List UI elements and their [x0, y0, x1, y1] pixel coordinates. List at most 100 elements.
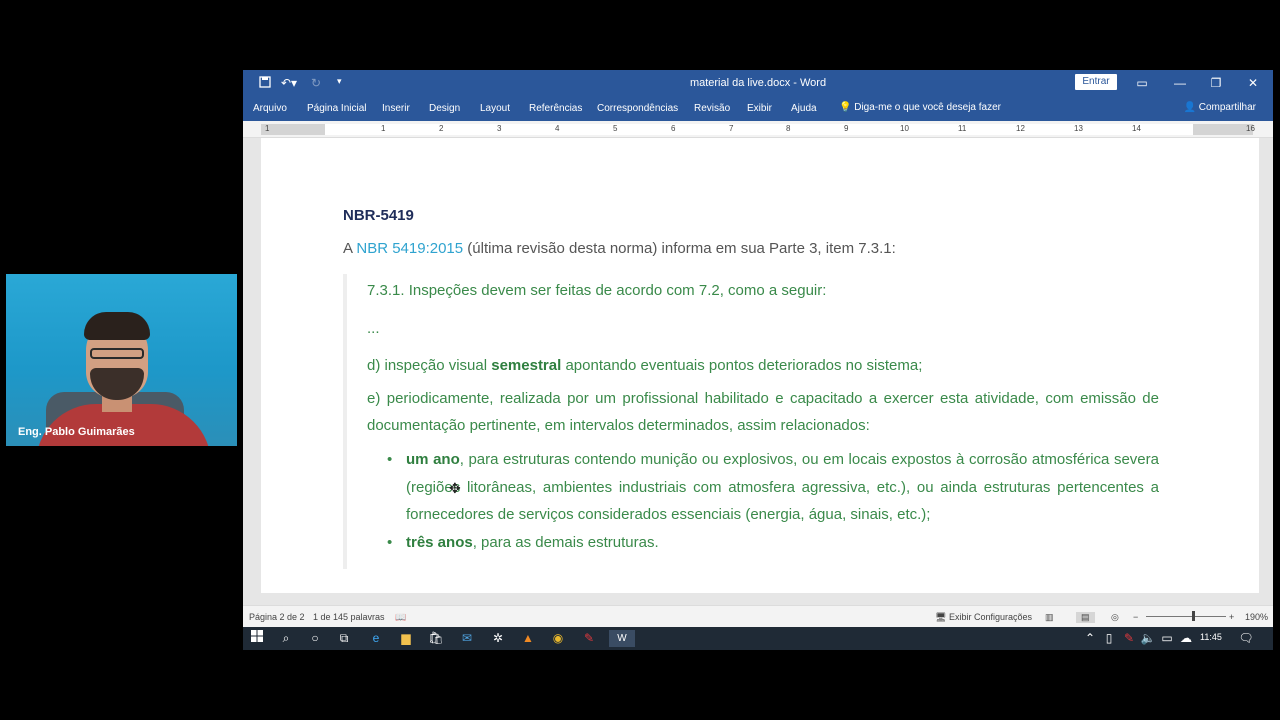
- tray-chevron-icon[interactable]: ⌃: [1081, 630, 1099, 647]
- item-d-prefix: d) inspeção visual: [367, 357, 492, 374]
- person-icon: 👤: [1183, 102, 1196, 113]
- device-icon[interactable]: ▯: [1100, 630, 1118, 647]
- proofing-icon[interactable]: 📖: [395, 612, 406, 623]
- tab-exibir[interactable]: Exibir: [747, 103, 772, 114]
- nbr-link[interactable]: NBR 5419:2015: [356, 240, 463, 257]
- tab-correspondencias[interactable]: Correspondências: [597, 103, 678, 114]
- tell-me-label: Diga-me o que você deseja fazer: [854, 102, 1001, 113]
- zoom-out-icon[interactable]: −: [1133, 612, 1138, 622]
- tab-design[interactable]: Design: [429, 103, 460, 114]
- ruler-number: 13: [1074, 124, 1083, 133]
- taskbar-clock[interactable]: 11:45: [1200, 632, 1222, 642]
- mail-icon[interactable]: ✉: [458, 630, 476, 647]
- bullet2-text: , para as demais estruturas.: [472, 533, 659, 551]
- ruler-number: 8: [786, 124, 791, 133]
- item-d: d) inspeção visual semestral apontando e…: [367, 357, 922, 374]
- davinci-icon[interactable]: ✲: [489, 630, 507, 647]
- tab-pagina-inicial[interactable]: Página Inicial: [307, 103, 366, 114]
- file-explorer-icon[interactable]: ▆: [397, 630, 415, 647]
- ribbon-tabs: Arquivo Página Inicial Inserir Design La…: [243, 97, 1273, 121]
- ruler-number: 7: [729, 124, 734, 133]
- ruler-number: 1: [381, 124, 386, 133]
- ruler-number: 5: [613, 124, 618, 133]
- status-bar: Página 2 de 2 1 de 145 palavras 📖 🖥 Exib…: [243, 605, 1273, 627]
- webcam-overlay: Eng. Pablo Guimarães: [6, 274, 237, 446]
- windows-taskbar: ⌕ ○ ⧉ e ▆ 🛍 ✉ ✲ ▲ ◉ ✎ W ⌃ ▯ ✎ 🔈 ▭ ☁ 11:4…: [243, 627, 1273, 650]
- intro-prefix: A: [343, 240, 357, 257]
- item-d-bold: semestral: [491, 357, 562, 374]
- tab-revisao[interactable]: Revisão: [694, 103, 730, 114]
- restore-icon[interactable]: ❐: [1206, 74, 1226, 92]
- ruler-number: 10: [900, 124, 909, 133]
- minimize-icon[interactable]: —: [1170, 74, 1190, 92]
- notifications-icon[interactable]: 🗨: [1237, 630, 1255, 647]
- hair-shape: [84, 312, 150, 340]
- ruler-number: 12: [1016, 124, 1025, 133]
- display-settings-label: Exibir Configurações: [948, 612, 1032, 622]
- cortana-icon[interactable]: ○: [306, 630, 324, 647]
- ruler-right-margin: [1193, 124, 1253, 135]
- close-icon[interactable]: ✕: [1243, 74, 1263, 92]
- print-layout-icon[interactable]: ▤: [1076, 612, 1095, 623]
- tab-referencias[interactable]: Referências: [529, 103, 582, 114]
- read-mode-icon[interactable]: ▥: [1045, 612, 1054, 623]
- ruler-left-margin: [261, 124, 325, 135]
- zoom-slider-track[interactable]: [1146, 616, 1226, 617]
- ruler-number: 3: [497, 124, 502, 133]
- word-window: ↶▾ ↻ ▾ material da live.docx - Word Entr…: [243, 70, 1273, 650]
- tab-ajuda[interactable]: Ajuda: [791, 103, 817, 114]
- share-button[interactable]: 👤 Compartilhar: [1184, 102, 1256, 113]
- word-taskbar-icon[interactable]: W: [609, 630, 635, 647]
- share-label: Compartilhar: [1198, 102, 1256, 113]
- item-e: e) periodicamente, realizada por um prof…: [367, 390, 1159, 434]
- list-item: um ano, para estruturas contendo munição…: [387, 446, 1159, 529]
- ruler-number: 6: [671, 124, 676, 133]
- page-count[interactable]: Página 2 de 2: [249, 612, 305, 622]
- tab-arquivo[interactable]: Arquivo: [253, 103, 287, 114]
- tab-layout[interactable]: Layout: [480, 103, 510, 114]
- item-d-suffix: apontando eventuais pontos deteriorados …: [561, 357, 923, 374]
- ruler-number: 11: [958, 124, 967, 133]
- horizontal-ruler[interactable]: 1 1 2 3 4 5 6 7 8 9 10 11 12 13 14 16: [243, 121, 1273, 138]
- edge-icon[interactable]: e: [367, 630, 385, 647]
- task-view-icon[interactable]: ⧉: [335, 630, 353, 647]
- volume-icon[interactable]: 🔈: [1139, 630, 1157, 647]
- bullet1-bold: um ano: [406, 451, 460, 468]
- bullet1-text: , para estruturas contendo munição ou ex…: [406, 451, 1159, 523]
- bullet-list: um ano, para estruturas contendo munição…: [387, 446, 1159, 556]
- acrobat-icon[interactable]: ✎: [580, 630, 598, 647]
- bullet2-bold: três anos: [406, 533, 473, 551]
- quote-ellipsis: ...: [367, 320, 380, 337]
- zoom-level[interactable]: 190%: [1245, 612, 1268, 622]
- document-area[interactable]: NBR-5419 A NBR 5419:2015 (última revisão…: [243, 138, 1273, 605]
- move-cursor-icon: ✥: [449, 480, 461, 496]
- tab-inserir[interactable]: Inserir: [382, 103, 410, 114]
- zoom-in-icon[interactable]: +: [1229, 612, 1234, 622]
- display-settings-button[interactable]: 🖥 Exibir Configurações: [935, 612, 1032, 623]
- onedrive-icon[interactable]: ☁: [1177, 630, 1195, 647]
- quote-line-731: 7.3.1. Inspeções devem ser feitas de aco…: [367, 282, 827, 299]
- ruler-track: [261, 124, 1253, 135]
- tray-acrobat-icon[interactable]: ✎: [1120, 630, 1138, 647]
- intro-paragraph: A NBR 5419:2015 (última revisão desta no…: [343, 240, 896, 257]
- ruler-number: 14: [1132, 124, 1141, 133]
- windows-start-icon[interactable]: [248, 630, 266, 647]
- lightbulb-icon: 💡: [839, 102, 852, 113]
- vlc-icon[interactable]: ▲: [519, 630, 537, 647]
- web-layout-icon[interactable]: ◎: [1111, 612, 1119, 623]
- document-page[interactable]: NBR-5419 A NBR 5419:2015 (última revisão…: [261, 138, 1259, 593]
- signin-button[interactable]: Entrar: [1075, 74, 1117, 90]
- network-icon[interactable]: ▭: [1158, 630, 1176, 647]
- search-icon[interactable]: ⌕: [277, 630, 295, 647]
- ruler-number: 9: [844, 124, 849, 133]
- tell-me-search[interactable]: 💡 Diga-me o que você deseja fazer: [839, 102, 1001, 113]
- store-icon[interactable]: 🛍: [427, 630, 445, 647]
- glasses-shape: [90, 348, 144, 359]
- chrome-icon[interactable]: ◉: [549, 630, 567, 647]
- word-count[interactable]: 1 de 145 palavras: [313, 612, 385, 622]
- ruler-number: 2: [439, 124, 444, 133]
- ribbon-display-icon[interactable]: ▭: [1132, 74, 1152, 92]
- title-bar: ↶▾ ↻ ▾ material da live.docx - Word Entr…: [243, 70, 1273, 97]
- ruler-number: 16: [1246, 124, 1255, 133]
- zoom-slider-thumb[interactable]: [1192, 611, 1195, 621]
